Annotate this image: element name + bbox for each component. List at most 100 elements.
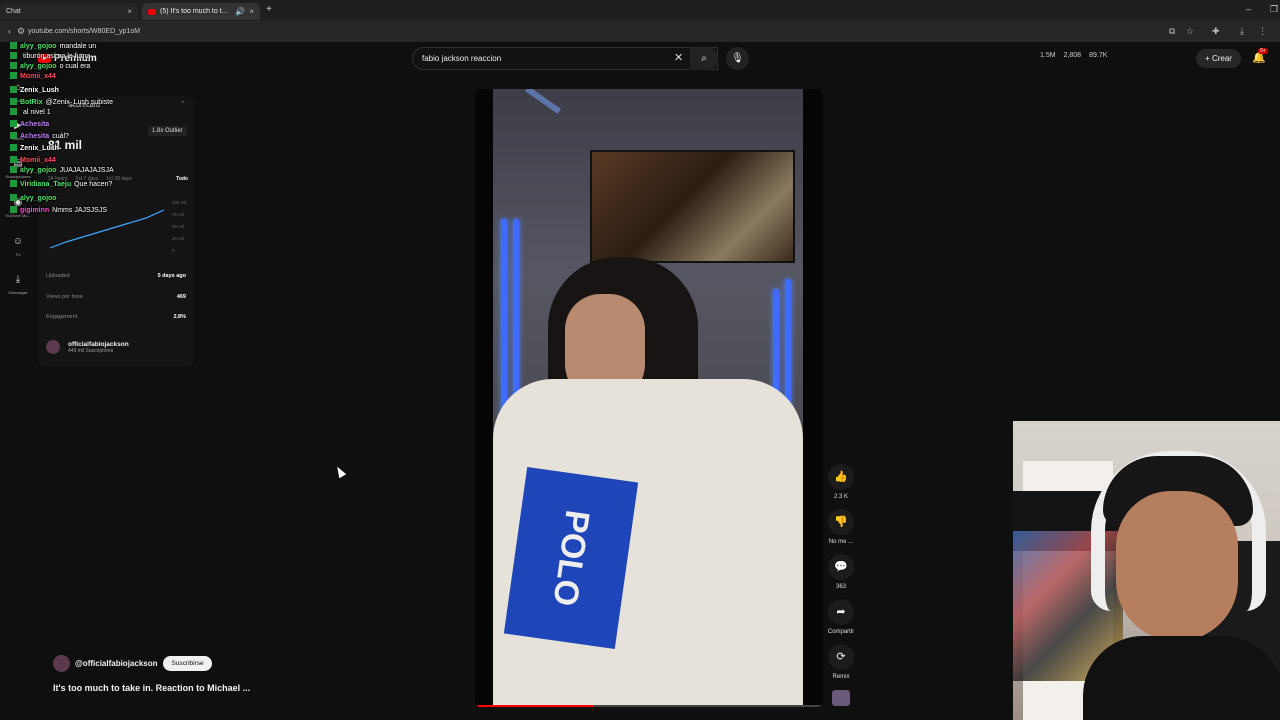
audio-thumbnail[interactable] (832, 690, 850, 706)
address-bar: ‹ ⚙ youtube.com/shorts/W80ED_yp1oM ⧉ ☆ ✚… (0, 21, 1280, 42)
extensions-icon[interactable]: ✚ (1212, 26, 1220, 37)
speaker-icon[interactable]: 🔊 (235, 7, 245, 16)
chat-message: Achesita cuál? (10, 132, 69, 140)
close-icon[interactable]: × (127, 7, 132, 16)
chart-tick: 75 mil (172, 212, 184, 217)
range-tab-all[interactable]: Todo (176, 176, 188, 182)
chat-message: gigiminn Nmms JAJSJSJS (10, 206, 107, 214)
search-button[interactable]: ⌕ (690, 47, 718, 70)
create-button[interactable]: + Crear (1196, 49, 1241, 68)
voice-search-button[interactable]: 🎙 (726, 47, 749, 70)
downloads-icon[interactable]: ⤓ (11, 274, 25, 285)
chat-text: al nivel 1 (23, 109, 51, 116)
chat-message: Achesita (10, 120, 52, 128)
stat-views: 1.5M (1040, 52, 1056, 59)
notifications-bell-icon[interactable]: 🔔 9+ (1252, 48, 1268, 64)
stat-likes: 2,808 (1063, 52, 1082, 59)
panel-channel[interactable]: officialfabiojackson 449 mil Suscriptore… (46, 340, 129, 354)
you-icon[interactable]: ☺ (11, 236, 25, 247)
stat-value: 469 (176, 294, 186, 300)
short-player[interactable]: POLO (475, 89, 823, 707)
subscribe-button[interactable]: Suscribirse (163, 656, 212, 671)
progress-bar[interactable] (475, 705, 594, 707)
restore-icon[interactable]: ❐ (1270, 4, 1278, 15)
chart-tick: 25 mil (172, 236, 184, 241)
remix-action[interactable]: ⟳ Remix (826, 644, 856, 680)
chat-text: Que hacen? (74, 181, 113, 188)
action-label: No me ... (828, 539, 854, 545)
chat-badge-icon (10, 120, 17, 127)
browser-tab-bar: Chat × (5) It's too much to take in. 🔊 ×… (0, 0, 1280, 21)
chat-message: Momii_x44 (10, 72, 59, 80)
chat-username: alyy_gojoo (20, 167, 57, 174)
chat-badge-icon (10, 194, 17, 201)
menu-icon[interactable]: ⋮ (1258, 26, 1267, 37)
stat-subs: 89.7K (1089, 52, 1108, 59)
short-title[interactable]: It's too much to take in. Reaction to Mi… (53, 683, 250, 693)
chart-tick: 100 mil (172, 200, 187, 205)
mouse-cursor (333, 464, 347, 479)
remix-icon[interactable]: ⟳ (828, 644, 854, 670)
chat-message: Zenix_Lush (10, 144, 62, 152)
hoodie: POLO (493, 379, 803, 707)
bookmark-star-icon[interactable]: ☆ (1186, 26, 1194, 37)
chat-message: alyy_gojoo JUAJAJAJAJSJA (10, 166, 114, 174)
like-icon[interactable]: 👍 (828, 464, 854, 490)
avatar[interactable] (53, 655, 70, 672)
avatar (46, 340, 60, 354)
chat-badge-icon (10, 42, 17, 49)
chat-message: alyy_gojoo mandale un (10, 42, 96, 50)
chat-username: Viridiana_Taeju (20, 181, 72, 188)
tab-chat[interactable]: Chat × (0, 3, 138, 20)
stat-row-views-per-hour: Views por hora 469 (46, 294, 186, 300)
comment-action[interactable]: 💬 363 (826, 554, 856, 590)
comment-icon[interactable]: 💬 (828, 554, 854, 580)
share-icon[interactable]: ➦ (828, 599, 854, 625)
tab-youtube-short[interactable]: (5) It's too much to take in. 🔊 × (142, 3, 260, 20)
like-action[interactable]: 👍 2.3 K (826, 464, 856, 500)
chat-message: alyy_gojoo (10, 194, 60, 202)
chat-badge-icon (10, 132, 17, 139)
new-tab-icon[interactable]: + (266, 4, 272, 15)
share-action[interactable]: ➦ Compartir (826, 599, 856, 635)
guide-label-downloads: Descargas (8, 290, 28, 295)
minimize-icon[interactable]: – (1246, 4, 1251, 14)
chat-message: alyy_gojoo o cual era (10, 62, 90, 70)
stat-value: 2.8% (173, 314, 186, 320)
action-label: 2.3 K (833, 494, 848, 500)
stat-key: Views por hora (46, 294, 83, 300)
site-info-icon[interactable]: ⚙ (17, 26, 25, 37)
chat-username: alyy_gojoo (20, 195, 57, 202)
dislike-icon[interactable]: 👎 (828, 509, 854, 535)
chat-badge-icon (10, 180, 17, 187)
streamer-shirt (1083, 636, 1280, 720)
tab-label: (5) It's too much to take in. (160, 8, 231, 15)
ceiling-light (524, 89, 562, 114)
outlier-badge: 1.8x Outlier (148, 126, 187, 136)
cast-icon[interactable]: ⧉ (1169, 26, 1175, 37)
search-input[interactable]: fabio jackson reaccion (412, 47, 718, 70)
microphone-icon: 🎙 (731, 53, 744, 64)
dislike-action[interactable]: 👎 No me ... (826, 509, 856, 545)
youtube-favicon-icon (148, 8, 156, 15)
chat-username: alyy_gojoo (20, 63, 57, 70)
chat-username: Achesita (20, 133, 50, 140)
channel-handle[interactable]: @officialfabiojackson (75, 659, 157, 668)
collapse-chevron-icon[interactable]: ⌃ (180, 100, 186, 108)
clear-search-icon[interactable]: ✕ (674, 51, 683, 64)
short-video[interactable]: POLO (493, 89, 803, 707)
back-icon[interactable]: ‹ (8, 26, 11, 36)
close-icon[interactable]: × (249, 7, 254, 16)
tab-label: Chat (6, 8, 21, 15)
stat-value: 5 days ago (157, 273, 186, 279)
chat-badge-icon (10, 62, 17, 69)
chat-badge-icon (10, 144, 17, 151)
search-icon: ⌕ (701, 53, 707, 64)
url-field[interactable]: youtube.com/shorts/W80ED_yp1oM (28, 25, 1138, 38)
chat-badge-icon (10, 98, 17, 105)
channel-subs: 449 mil Suscriptores (68, 347, 114, 354)
short-channel-line: @officialfabiojackson Suscribirse (53, 655, 212, 672)
download-icon[interactable]: ⤓ (1240, 26, 1244, 37)
streamer-face (1116, 491, 1238, 641)
chat-message: Momii_x44 (10, 156, 59, 164)
